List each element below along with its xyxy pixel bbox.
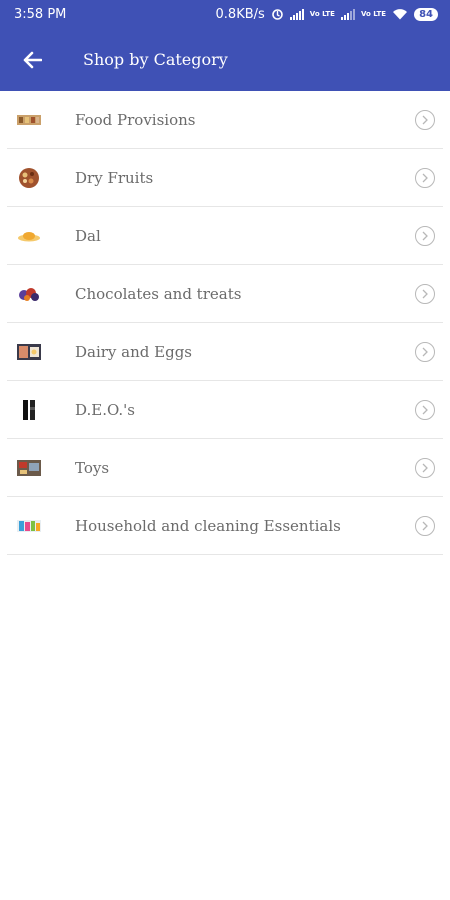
category-list: Food Provisions Dry Fruits Dal Chocolate… xyxy=(0,91,450,555)
category-row-dairy-eggs[interactable]: Dairy and Eggs xyxy=(7,323,443,381)
category-label: Dal xyxy=(75,226,101,245)
chevron-right-icon[interactable] xyxy=(415,399,435,420)
category-label: Chocolates and treats xyxy=(75,284,242,303)
deo-thumbnail xyxy=(17,399,41,420)
dairy-eggs-thumbnail xyxy=(17,343,41,361)
chevron-right-icon[interactable] xyxy=(415,457,435,478)
page-title: Shop by Category xyxy=(83,50,228,69)
chevron-right-icon[interactable] xyxy=(415,341,435,362)
category-label: Food Provisions xyxy=(75,110,196,129)
app-bar: Shop by Category xyxy=(0,28,450,91)
status-icons: 0.8KB/s Vo LTE Vo LTE 84 xyxy=(216,7,438,22)
category-row-food-provisions[interactable]: Food Provisions xyxy=(7,91,443,149)
category-label: Toys xyxy=(75,458,110,477)
volte-2-icon: Vo LTE xyxy=(360,9,387,18)
dal-thumbnail xyxy=(17,227,41,245)
battery-indicator: 84 xyxy=(414,7,438,21)
category-row-chocolates[interactable]: Chocolates and treats xyxy=(7,265,443,323)
chevron-right-icon[interactable] xyxy=(415,109,435,130)
category-row-household[interactable]: Household and cleaning Essentials xyxy=(7,497,443,555)
category-label: Dairy and Eggs xyxy=(75,342,193,361)
toys-thumbnail xyxy=(17,459,41,477)
category-row-dry-fruits[interactable]: Dry Fruits xyxy=(7,149,443,207)
category-label: Dry Fruits xyxy=(75,168,154,187)
category-label: D.E.O.'s xyxy=(75,400,135,419)
category-row-toys[interactable]: Toys xyxy=(7,439,443,497)
food-provisions-thumbnail xyxy=(17,111,41,129)
status-time: 3:58 PM xyxy=(14,6,67,22)
chevron-right-icon[interactable] xyxy=(415,225,435,246)
chocolates-thumbnail xyxy=(17,285,41,303)
arrow-left-icon xyxy=(23,51,42,68)
data-saver-icon xyxy=(271,8,283,20)
network-speed: 0.8KB/s xyxy=(215,6,265,22)
signal-2-icon xyxy=(340,8,355,20)
wifi-icon xyxy=(393,9,408,20)
chevron-right-icon[interactable] xyxy=(415,283,435,304)
chevron-right-icon[interactable] xyxy=(415,167,435,188)
back-button[interactable] xyxy=(0,28,64,91)
category-row-dal[interactable]: Dal xyxy=(7,207,443,265)
volte-1-icon: Vo LTE xyxy=(309,9,335,18)
category-label: Household and cleaning Essentials xyxy=(75,516,341,535)
chevron-right-icon[interactable] xyxy=(415,515,435,536)
status-bar: 3:58 PM 0.8KB/s Vo LTE Vo LTE 84 xyxy=(0,0,450,28)
category-row-deo[interactable]: D.E.O.'s xyxy=(7,381,443,439)
signal-1-icon xyxy=(289,8,304,20)
household-thumbnail xyxy=(17,517,41,535)
dry-fruits-thumbnail xyxy=(17,167,41,188)
